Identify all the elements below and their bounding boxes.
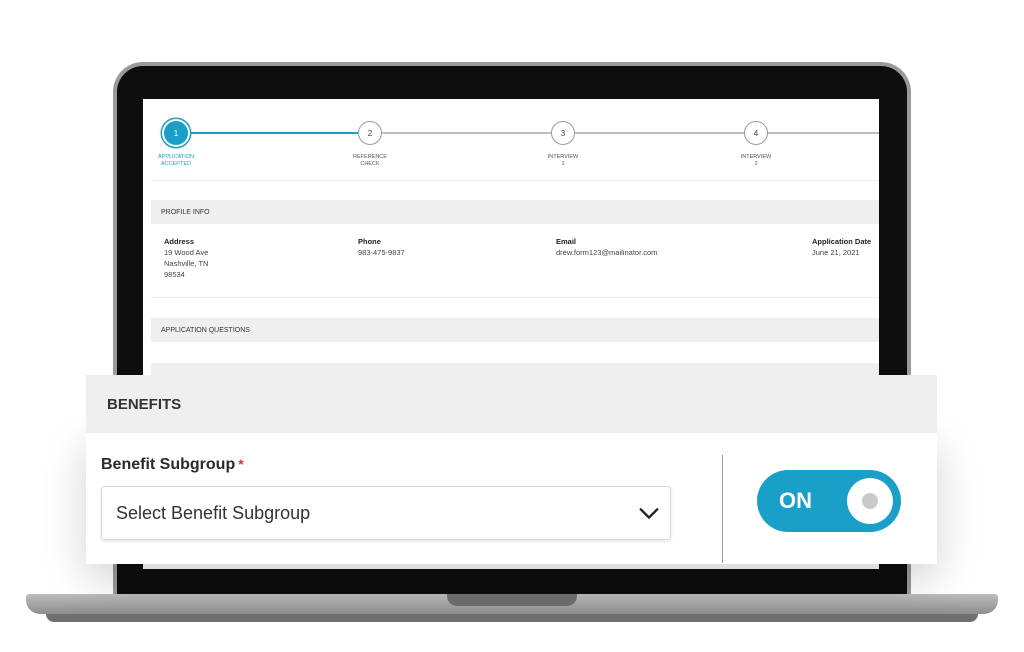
benefits-header: BENEFITS [86,375,937,433]
required-indicator: * [238,456,244,472]
benefits-toggle[interactable]: ON [757,470,901,532]
step-4-label-line2: 2 [754,160,758,167]
email-value[interactable]: drew.form123@mailinator.com [556,247,657,258]
laptop-notch [447,594,577,606]
progress-line [768,132,879,134]
address-line1: 19 Wood Ave [164,248,209,257]
toggle-knob-dot [862,493,878,509]
application-date-label: Application Date [812,237,872,246]
benefit-subgroup-placeholder: Select Benefit Subgroup [116,502,311,523]
application-date-value: June 21, 2021 [812,248,860,257]
benefit-subgroup-select[interactable]: Select Benefit Subgroup [101,486,671,540]
phone-value: 983-475-9837 [358,248,405,257]
step-2-circle[interactable]: 2 [358,121,382,145]
progress-line [382,132,551,134]
vertical-divider [722,455,723,563]
toggle-label: ON [779,488,812,513]
divider [151,180,879,181]
profile-info-header: PROFILE INFO [151,200,879,224]
address-line3: 98534 [164,270,185,279]
email-label: Email [556,237,577,246]
step-4-label: INTERVIEW 2 [726,154,786,167]
chevron-down-icon [639,508,659,519]
progress-line [575,132,744,134]
email-block: Email drew.form123@mailinator.com [556,236,657,258]
phone-label: Phone [358,237,381,246]
divider [151,297,879,298]
step-3-circle[interactable]: 3 [551,121,575,145]
step-4-circle[interactable]: 4 [744,121,768,145]
step-2-label-line2: CHECK [360,160,380,167]
laptop-base-shadow [46,614,978,622]
application-questions-header[interactable]: APPLICATION QUESTIONS [151,318,879,342]
address-label: Address [164,237,195,246]
step-1-circle[interactable]: 1 [164,121,188,145]
address-block: Address 19 Wood Ave Nashville, TN 98534 [164,236,208,280]
step-1-label: APPLICATION ACCEPTED [146,154,206,167]
progress-line-complete [187,132,358,134]
step-2-label: REFERENCE CHECK [340,154,400,167]
benefit-subgroup-label-text: Benefit Subgroup [101,456,236,473]
application-date-block: Application Date June 21, 2021 [812,236,871,258]
address-line2: Nashville, TN [164,259,209,268]
step-3-label: INTERVIEW 1 [533,154,593,167]
toggle-knob [847,478,893,524]
step-3-label-line2: 1 [561,160,565,167]
phone-block: Phone 983-475-9837 [358,236,405,258]
benefit-subgroup-label: Benefit Subgroup * [101,456,244,474]
step-1-label-line2: ACCEPTED [161,160,191,167]
